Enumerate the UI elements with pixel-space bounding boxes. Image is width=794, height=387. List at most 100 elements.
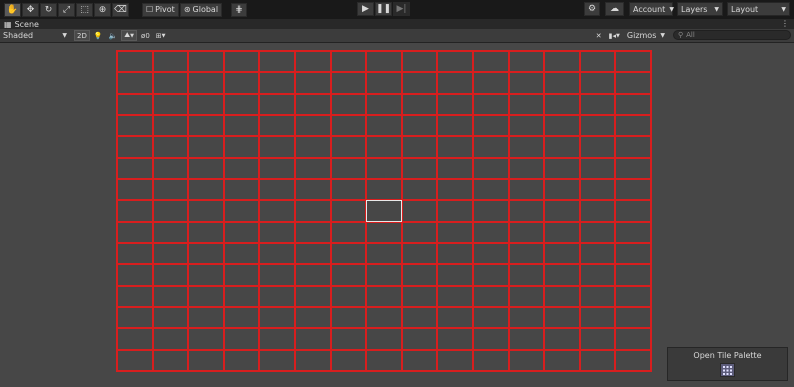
grid-cell[interactable]	[294, 136, 331, 158]
grid-cell[interactable]	[401, 349, 438, 371]
grid-cell[interactable]	[223, 349, 260, 371]
grid-cell-selected[interactable]	[366, 200, 402, 222]
grid-cell[interactable]	[117, 157, 153, 179]
grid-cell[interactable]	[579, 200, 616, 222]
grid-cell[interactable]	[437, 93, 473, 115]
transform-tool-button[interactable]: ⊕	[94, 2, 111, 17]
grid-cell[interactable]	[401, 93, 438, 115]
camera-dropdown[interactable]: ▮◂ ▼	[606, 30, 622, 41]
grid-cell[interactable]	[294, 221, 331, 243]
grid-cell[interactable]	[366, 51, 402, 73]
grid-cell[interactable]	[259, 179, 295, 201]
grid-cell[interactable]	[223, 243, 260, 265]
grid-cell[interactable]	[259, 136, 295, 158]
grid-cell[interactable]	[152, 349, 189, 371]
grid-cell[interactable]	[152, 93, 189, 115]
grid-cell[interactable]	[401, 115, 438, 137]
grid-cell[interactable]	[401, 72, 438, 94]
grid-cell[interactable]	[330, 157, 367, 179]
grid-cell[interactable]	[401, 328, 438, 350]
step-button[interactable]: ▶|	[393, 2, 410, 16]
grid-cell[interactable]	[223, 264, 260, 286]
grid-cell[interactable]	[366, 285, 402, 307]
layers-dropdown[interactable]: Layers ▼	[677, 2, 723, 16]
grid-cell[interactable]	[294, 264, 331, 286]
grid-cell[interactable]	[472, 285, 509, 307]
more-menu-icon[interactable]: ⋮	[781, 19, 789, 28]
grid-cell[interactable]	[117, 221, 153, 243]
grid-cell[interactable]	[544, 93, 580, 115]
grid-cell[interactable]	[508, 115, 545, 137]
grid-cell[interactable]	[188, 136, 224, 158]
grid-cell[interactable]	[259, 328, 295, 350]
grid-cell[interactable]	[437, 328, 473, 350]
grid-cell[interactable]	[579, 349, 616, 371]
grid-cell[interactable]	[472, 72, 509, 94]
grid-cell[interactable]	[223, 221, 260, 243]
grid-cell[interactable]	[294, 307, 331, 329]
grid-cell[interactable]	[223, 72, 260, 94]
grid-cell[interactable]	[294, 349, 331, 371]
grid-cell[interactable]	[437, 115, 473, 137]
grid-cell[interactable]	[472, 264, 509, 286]
gizmos-dropdown[interactable]: Gizmos ▼	[624, 30, 668, 41]
grid-cell[interactable]	[117, 243, 153, 265]
grid-cell[interactable]	[437, 200, 473, 222]
grid-cell[interactable]	[437, 221, 473, 243]
grid-cell[interactable]	[544, 115, 580, 137]
grid-cell[interactable]	[615, 72, 651, 94]
grid-cell[interactable]	[366, 349, 402, 371]
grid-cell[interactable]	[294, 51, 331, 73]
grid-cell[interactable]	[472, 328, 509, 350]
grid-cell[interactable]	[472, 115, 509, 137]
tilemap-grid[interactable]	[116, 50, 652, 372]
grid-cell[interactable]	[544, 221, 580, 243]
grid-cell[interactable]	[579, 72, 616, 94]
grid-cell[interactable]	[223, 200, 260, 222]
grid-cell[interactable]	[223, 157, 260, 179]
grid-cell[interactable]	[615, 136, 651, 158]
grid-cell[interactable]	[366, 93, 402, 115]
grid-cell[interactable]	[117, 179, 153, 201]
grid-cell[interactable]	[223, 115, 260, 137]
grid-cell[interactable]	[437, 243, 473, 265]
grid-cell[interactable]	[294, 328, 331, 350]
grid-cell[interactable]	[472, 136, 509, 158]
scale-tool-button[interactable]: ⤢	[58, 2, 75, 17]
grid-cell[interactable]	[615, 200, 651, 222]
grid-cell[interactable]	[508, 200, 545, 222]
grid-cell[interactable]	[152, 136, 189, 158]
grid-cell[interactable]	[188, 72, 224, 94]
grid-cell[interactable]	[152, 200, 189, 222]
grid-cell[interactable]	[117, 264, 153, 286]
grid-cell[interactable]	[401, 264, 438, 286]
grid-cell[interactable]	[508, 349, 545, 371]
global-toggle[interactable]: ⊛ Global	[179, 2, 223, 17]
grid-cell[interactable]	[544, 157, 580, 179]
grid-cell[interactable]	[579, 179, 616, 201]
grid-cell[interactable]	[544, 136, 580, 158]
grid-cell[interactable]	[259, 349, 295, 371]
grid-cell[interactable]	[330, 328, 367, 350]
grid-cell[interactable]	[330, 179, 367, 201]
grid-cell[interactable]	[117, 200, 153, 222]
grid-cell[interactable]	[223, 136, 260, 158]
grid-cell[interactable]	[508, 264, 545, 286]
grid-cell[interactable]	[401, 307, 438, 329]
grid-cell[interactable]	[223, 285, 260, 307]
grid-cell[interactable]	[152, 285, 189, 307]
grid-cell[interactable]	[401, 243, 438, 265]
grid-cell[interactable]	[472, 157, 509, 179]
grid-cell[interactable]	[579, 157, 616, 179]
grid-cell[interactable]	[117, 115, 153, 137]
grid-cell[interactable]	[366, 328, 402, 350]
grid-cell[interactable]	[152, 328, 189, 350]
grid-cell[interactable]	[294, 115, 331, 137]
grid-cell[interactable]	[437, 51, 473, 73]
grid-cell[interactable]	[366, 307, 402, 329]
grid-cell[interactable]	[401, 157, 438, 179]
grid-cell[interactable]	[472, 243, 509, 265]
grid-cell[interactable]	[401, 136, 438, 158]
grid-cell[interactable]	[401, 285, 438, 307]
effects-dropdown[interactable]: ⛰ ▼	[121, 30, 138, 41]
